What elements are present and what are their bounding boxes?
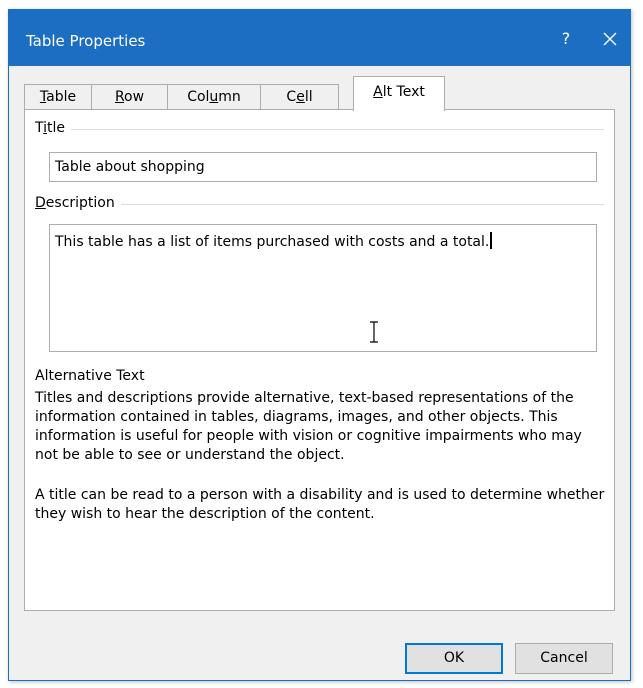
ibeam-cursor-icon xyxy=(370,321,378,343)
tab-cell[interactable]: Cell xyxy=(260,84,339,110)
description-value: This table has a list of items purchased… xyxy=(55,234,490,250)
tab-label: Row xyxy=(114,89,145,105)
text-caret xyxy=(490,232,493,249)
alt-text-panel: Title Table about shopping Description T… xyxy=(24,109,615,611)
table-properties-dialog: Table Properties ? Table Row Column Cell… xyxy=(8,9,631,681)
tab-column[interactable]: Column xyxy=(167,84,261,110)
title-input[interactable]: Table about shopping xyxy=(49,152,597,182)
close-button[interactable] xyxy=(590,22,630,56)
tab-row[interactable]: Row xyxy=(91,84,168,110)
title-label: Title xyxy=(35,120,72,136)
alternative-text-title-info: A title can be read to a person with a d… xyxy=(35,487,605,522)
title-group-line xyxy=(35,129,604,130)
tab-alt-text[interactable]: Alt Text xyxy=(353,76,445,111)
dialog-title: Table Properties xyxy=(26,32,146,50)
tab-label: Cell xyxy=(286,89,313,105)
alternative-text-heading: Alternative Text xyxy=(35,368,145,384)
tab-label: Column xyxy=(187,89,241,105)
help-button[interactable]: ? xyxy=(551,24,581,54)
alternative-text-description: Titles and descriptions provide alternat… xyxy=(35,390,582,463)
tab-label: Alt Text xyxy=(373,84,425,100)
title-input-value: Table about shopping xyxy=(55,159,205,175)
ok-button[interactable]: OK xyxy=(405,643,503,674)
tab-table[interactable]: Table xyxy=(24,84,92,110)
tab-label: Table xyxy=(39,89,77,105)
close-icon xyxy=(603,32,617,46)
cancel-button[interactable]: Cancel xyxy=(515,643,613,674)
title-bar[interactable]: Table Properties ? xyxy=(9,10,630,66)
description-label: Description xyxy=(35,195,121,211)
description-textarea[interactable]: This table has a list of items purchased… xyxy=(49,224,597,352)
tab-strip: Table Row Column Cell Alt Text xyxy=(24,76,630,111)
